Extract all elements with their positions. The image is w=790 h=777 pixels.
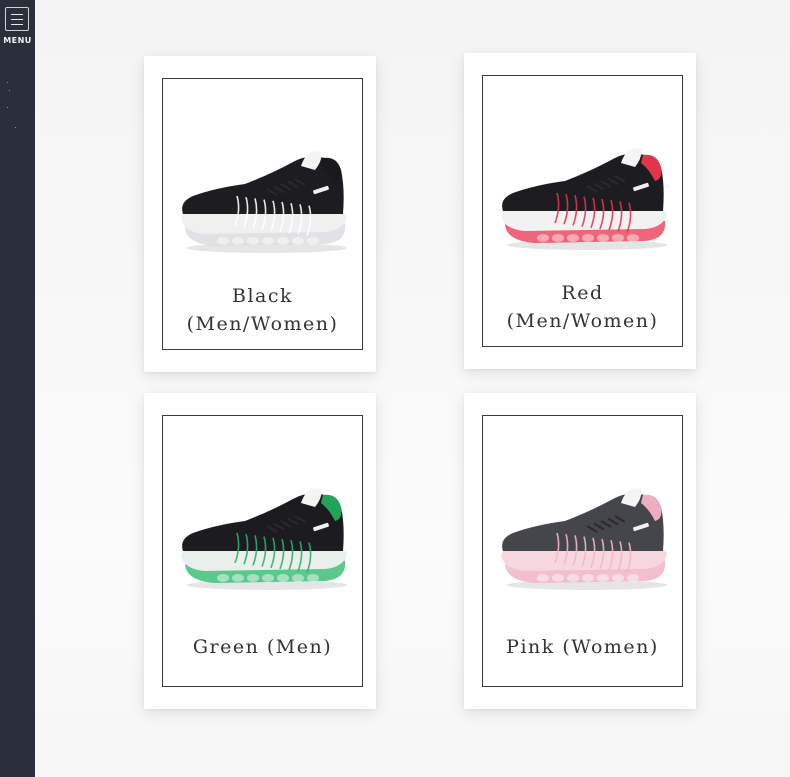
product-frame: Green (Men) <box>162 415 363 687</box>
shoe-image <box>175 481 353 593</box>
shoe-image <box>175 144 353 256</box>
shoe-image <box>495 141 673 253</box>
product-card-green[interactable]: Green (Men) <box>144 393 376 709</box>
sidebar: MENU <box>0 0 35 777</box>
product-caption-line1: Black <box>231 285 294 307</box>
product-caption-line1: Green (Men) <box>192 636 333 658</box>
product-frame: Red (Men/Women) <box>482 75 683 347</box>
sidebar-dot <box>9 90 10 91</box>
shoe-image <box>495 481 673 593</box>
sidebar-dot <box>15 127 16 128</box>
product-caption-line1: Pink (Women) <box>506 636 659 658</box>
menu-label[interactable]: MENU <box>0 36 35 45</box>
product-card-red[interactable]: Red (Men/Women) <box>464 53 696 369</box>
product-frame: Black (Men/Women) <box>162 78 363 350</box>
product-card-black[interactable]: Black (Men/Women) <box>144 56 376 372</box>
product-card-pink[interactable]: Pink (Women) <box>464 393 696 709</box>
product-caption-line2: (Men/Women) <box>186 313 339 335</box>
product-frame: Pink (Women) <box>482 415 683 687</box>
product-caption-line1: Red <box>561 282 604 304</box>
product-caption-line2: (Men/Women) <box>506 310 659 332</box>
hamburger-icon[interactable] <box>5 7 29 31</box>
sidebar-dot <box>7 107 8 108</box>
sidebar-dot <box>7 82 8 83</box>
